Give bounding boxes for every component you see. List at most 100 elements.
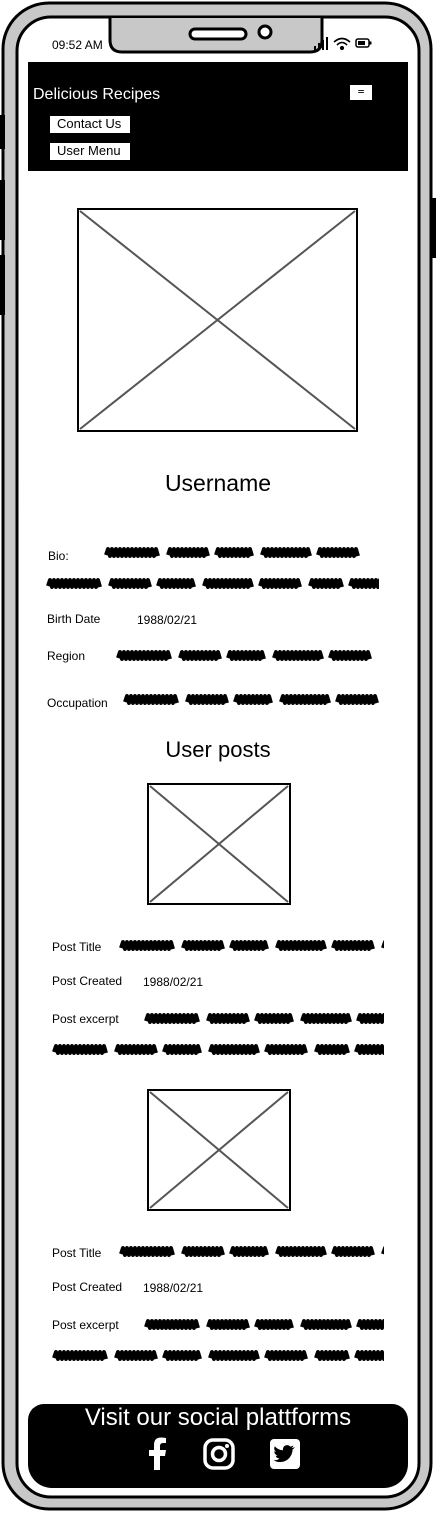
user-posts-heading: User posts [165,737,271,762]
scribble-word [331,1246,375,1257]
twitter-icon[interactable] [267,1436,303,1472]
scribble-word [254,1013,294,1024]
post-excerpt-scribble [144,1316,384,1334]
scribble-word [335,694,379,705]
scribble-word [258,578,302,589]
bio-text-scribble [46,575,379,593]
scribble-word [181,1246,225,1257]
scribble-word [381,940,384,949]
scribble-word [162,1044,202,1055]
instagram-icon[interactable] [201,1436,237,1472]
region-text-scribble [116,647,379,665]
scribble-word [264,1044,308,1055]
occupation-text-scribble [123,691,379,709]
scribble-word [354,1350,384,1361]
footer-title: Visit our social plattforms [84,1404,352,1431]
scribble-word [206,1319,250,1330]
scribble-word [119,1246,175,1257]
scribble-word [52,1350,108,1361]
scribble-marks [52,1350,384,1361]
scribble-word [348,578,379,589]
birth-date-value: 1988/02/21 [137,613,198,627]
scribble-word [119,940,175,951]
scribble-word [272,650,324,661]
scribble-word [354,1044,384,1055]
scribble-word [275,940,327,951]
scribble-word [300,1319,352,1330]
post-created-label: Post Created [52,974,123,988]
scribble-word [316,547,360,558]
post-created-value: 1988/02/21 [143,975,204,989]
post-excerpt-scribble [52,1041,384,1059]
scribble-word [156,578,196,589]
scribble-word [144,1319,200,1330]
signal-icon [314,37,328,50]
post-image-placeholder [147,1089,291,1211]
post-title-scribble[interactable] [119,1243,384,1261]
occupation-label: Occupation [47,696,108,710]
scribble-word [328,650,372,661]
scribble-word [185,694,229,705]
status-icons [314,36,374,57]
battery-icon [355,38,372,48]
scribble-word [114,1350,158,1361]
scribble-word [308,578,344,589]
scribble-word [123,694,179,705]
scribble-marks [46,578,379,589]
scribble-word [206,1013,250,1024]
post-title-label: Post Title [52,940,102,954]
scribble-word [162,1350,202,1361]
facebook-icon[interactable] [140,1436,176,1472]
scribble-word [331,940,375,951]
scribble-word [114,1044,158,1055]
scribble-word [226,650,266,661]
scribble-marks [144,1013,384,1024]
scribble-word [178,650,222,661]
scribble-word [314,1044,350,1055]
scribble-word [144,1013,200,1024]
scribble-word [314,1350,350,1361]
bio-text-scribble [104,545,366,561]
scribble-word [116,650,172,661]
scribble-marks [119,1246,384,1257]
region-label: Region [47,649,86,663]
scribble-word [104,547,160,558]
scribble-word [46,578,102,589]
scribble-word [108,578,152,589]
scribble-word [279,694,331,705]
post-title-label: Post Title [52,1246,102,1260]
scribble-word [229,1246,269,1257]
scribble-word [300,1013,352,1024]
site-title[interactable]: Delicious Recipes [33,86,160,104]
scribble-marks [52,1044,384,1055]
contact-us-button[interactable]: Contact Us [49,115,131,134]
username-heading: Username [164,470,272,496]
birth-date-label: Birth Date [47,612,101,626]
post-title-scribble[interactable] [119,937,384,955]
scribble-word [260,547,312,558]
scribble-marks [104,547,360,558]
post-created-label: Post Created [52,1280,123,1294]
scribble-word [275,1246,327,1257]
post-excerpt-label: Post excerpt [52,1318,119,1332]
scribble-word [233,694,273,705]
post-created-value: 1988/02/21 [143,1281,204,1295]
user-menu-button[interactable]: User Menu [49,142,131,161]
wifi-icon [333,37,351,51]
scribble-marks [123,694,379,705]
status-time: 09:52 AM [52,38,103,52]
scribble-word [214,547,254,558]
scribble-word [202,578,254,589]
scribble-word [208,1350,260,1361]
scribble-word [181,940,225,951]
scribble-word [356,1013,384,1024]
profile-image-placeholder [77,208,358,432]
scribble-marks [116,650,372,661]
bio-label: Bio: [48,549,69,563]
post-excerpt-scribble [52,1347,384,1365]
scribble-word [264,1350,308,1361]
hamburger-menu-icon[interactable]: = [349,84,373,101]
scribble-marks [144,1319,384,1330]
scribble-word [229,940,269,951]
scribble-word [356,1319,384,1330]
